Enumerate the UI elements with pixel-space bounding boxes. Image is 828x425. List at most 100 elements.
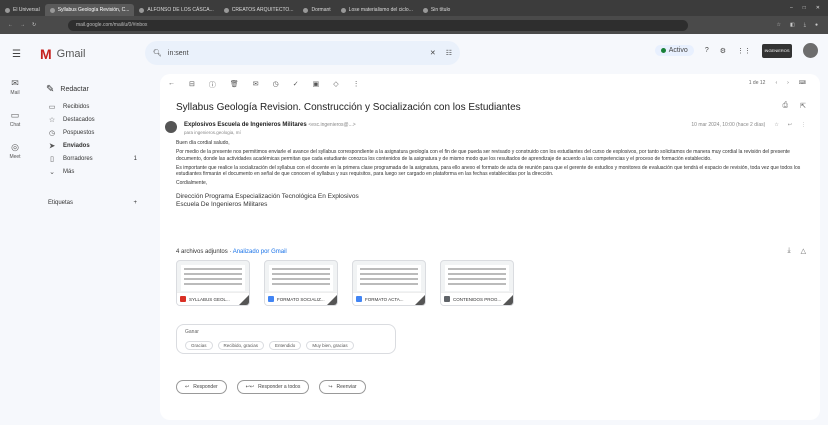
- reload-icon[interactable]: ↻: [32, 22, 36, 28]
- recipients[interactable]: para ingenieros.geologia, mí: [184, 130, 241, 135]
- apps-grid-icon[interactable]: ⋮⋮: [737, 47, 751, 55]
- send-icon: ➤: [49, 142, 55, 150]
- sidebar-item-drafts[interactable]: ▯ Borradores 1: [34, 152, 149, 165]
- doc-file-icon: [356, 296, 362, 302]
- browser-tab[interactable]: Lose materialismo del ciclo...: [336, 4, 418, 16]
- forward-button[interactable]: ↪ Reenviar: [319, 380, 366, 394]
- reply-icon[interactable]: ↩: [788, 122, 792, 128]
- star-toggle-icon[interactable]: ☆: [774, 122, 778, 128]
- prev-page-icon[interactable]: ‹: [775, 80, 777, 86]
- forward-icon[interactable]: →: [20, 22, 25, 28]
- clear-search-icon[interactable]: ✕: [430, 49, 436, 57]
- smart-reply-chip[interactable]: Muy bien, gracias: [306, 341, 354, 350]
- chevron-down-icon: ⌄: [49, 168, 55, 176]
- more-options-icon[interactable]: ⋮: [353, 80, 360, 90]
- browser-tab[interactable]: El Universal: [0, 4, 45, 16]
- maximize-icon[interactable]: □: [803, 5, 806, 11]
- profile-icon[interactable]: ●: [815, 22, 818, 28]
- browser-tab[interactable]: Sin título: [418, 4, 455, 16]
- file-icon: [444, 296, 450, 302]
- address-bar: ← → ↻ mail.google.com/mail/u/0/#inbox ☆ …: [0, 16, 828, 34]
- search-input[interactable]: in:sent: [168, 50, 430, 57]
- browser-tab[interactable]: ALFONSO DE LOS CÁSCA...: [134, 4, 218, 16]
- report-spam-icon[interactable]: ⓘ: [209, 80, 216, 90]
- sidebar-item-snoozed[interactable]: ◷ Pospuestos: [34, 126, 149, 139]
- attachment-card[interactable]: FORMATO SOCIALIZ...: [264, 260, 338, 306]
- attachment-card[interactable]: CONTENIDOS PROG...: [440, 260, 514, 306]
- delete-icon[interactable]: 🗑︎: [230, 80, 239, 90]
- app-rail: ✉ Mail ▭ Chat ◎ Meet: [0, 78, 30, 160]
- snooze-icon[interactable]: ◷: [273, 80, 279, 90]
- attachment-preview: [181, 265, 245, 291]
- subject-actions: ⎙ ⇱: [783, 102, 806, 110]
- draft-icon: ▯: [50, 155, 54, 163]
- reply-all-button[interactable]: ↩↩ Responder a todos: [236, 380, 310, 394]
- inbox-icon: ▭: [48, 103, 56, 111]
- sidebar-item-inbox[interactable]: ▭ Recibidos: [34, 100, 149, 113]
- smart-reply-chip[interactable]: Gracias: [185, 341, 213, 350]
- status-chip[interactable]: Activo: [654, 45, 694, 56]
- close-window-icon[interactable]: ✕: [816, 5, 820, 11]
- print-icon[interactable]: ⎙: [783, 102, 789, 110]
- labels-section: Etiquetas +: [34, 200, 149, 206]
- browser-tab[interactable]: CREATOS ARQUITECTO...: [219, 4, 299, 16]
- search-bar[interactable]: 🔍︎ in:sent ✕ ☷: [145, 41, 460, 65]
- next-page-icon[interactable]: ›: [787, 80, 789, 86]
- signature: Dirección Programa Especialización Tecno…: [176, 192, 359, 208]
- download-icon[interactable]: ⤓: [804, 22, 806, 28]
- help-icon[interactable]: ?: [705, 47, 709, 54]
- search-icon[interactable]: 🔍︎: [153, 49, 162, 57]
- nav-buttons: ← → ↻: [0, 22, 60, 28]
- email-date: 10 mar 2024, 10:00 (hace 2 días): [691, 122, 766, 128]
- open-new-window-icon[interactable]: ⇱: [800, 102, 806, 110]
- email-toolbar: ← ⊟ ⓘ 🗑︎ ✉ ◷ ✓ ▣ ◇ ⋮: [168, 80, 360, 90]
- sender-avatar: [165, 121, 177, 133]
- label-icon[interactable]: ◇: [333, 80, 338, 90]
- bookmark-star-icon[interactable]: ☆: [777, 22, 781, 28]
- attachment-card[interactable]: SYLLABUS GEOL...: [176, 260, 250, 306]
- reply-button[interactable]: ↩ Responder: [176, 380, 227, 394]
- add-label-button[interactable]: +: [133, 200, 137, 206]
- attachment-preview: [269, 265, 333, 291]
- minimize-icon[interactable]: –: [790, 5, 793, 11]
- star-icon: ☆: [48, 116, 56, 124]
- attachment-card[interactable]: FORMATO ACTA...: [352, 260, 426, 306]
- sidebar-item-starred[interactable]: ☆ Destacados: [34, 113, 149, 126]
- gmail-m-icon: M: [40, 46, 52, 62]
- rail-item-chat[interactable]: ▭ Chat: [10, 110, 21, 128]
- extensions-icon[interactable]: ◧: [790, 22, 795, 28]
- add-task-icon[interactable]: ✓: [293, 80, 299, 90]
- keyboard-icon[interactable]: ⌨: [799, 80, 806, 86]
- back-arrow-icon[interactable]: ←: [168, 80, 175, 90]
- pencil-icon: ✎: [46, 83, 55, 95]
- download-all-icon[interactable]: ⤓: [788, 247, 791, 255]
- smart-reply-chip[interactable]: Recibido, gracias: [217, 341, 265, 350]
- closing: Cordialmente,: [176, 180, 208, 187]
- message-more-icon[interactable]: ⋮: [801, 122, 806, 128]
- rail-item-mail[interactable]: ✉ Mail: [10, 78, 19, 96]
- archive-icon[interactable]: ⊟: [189, 80, 195, 90]
- attachment-list: SYLLABUS GEOL... FORMATO SOCIALIZ... FOR…: [176, 260, 514, 306]
- email-body: Buen día cordial saludo, Por medio de la…: [176, 140, 808, 209]
- gmail-logo[interactable]: M Gmail: [40, 46, 135, 62]
- smart-reply-chip[interactable]: Entendido: [269, 341, 302, 350]
- avatar[interactable]: [803, 43, 818, 58]
- rail-item-meet[interactable]: ◎ Meet: [9, 142, 20, 160]
- hamburger-menu-icon[interactable]: ☰: [12, 49, 32, 60]
- url-field[interactable]: mail.google.com/mail/u/0/#inbox: [68, 19, 688, 31]
- compose-button[interactable]: ✎ Redactar: [34, 78, 149, 100]
- add-to-drive-icon[interactable]: △: [801, 247, 806, 255]
- reply-all-icon: ↩↩: [245, 384, 255, 390]
- sidebar-item-more[interactable]: ⌄ Más: [34, 165, 149, 178]
- move-to-icon[interactable]: ▣: [313, 80, 320, 90]
- sidebar-item-sent[interactable]: ➤ Enviados: [34, 139, 149, 152]
- mark-unread-icon[interactable]: ✉: [253, 80, 259, 90]
- browser-tab-active[interactable]: Syllabus Geología Revisión, C...: [44, 4, 135, 16]
- back-icon[interactable]: ←: [8, 22, 13, 28]
- settings-gear-icon[interactable]: ⚙: [720, 47, 726, 55]
- org-logo: INGENIEROS: [762, 43, 792, 58]
- browser-tab[interactable]: Dormant: [298, 4, 335, 16]
- attachment-preview: [357, 265, 421, 291]
- search-filter-icon[interactable]: ☷: [446, 49, 452, 57]
- browser-actions: ☆ ◧ ⤓ ●: [777, 22, 828, 28]
